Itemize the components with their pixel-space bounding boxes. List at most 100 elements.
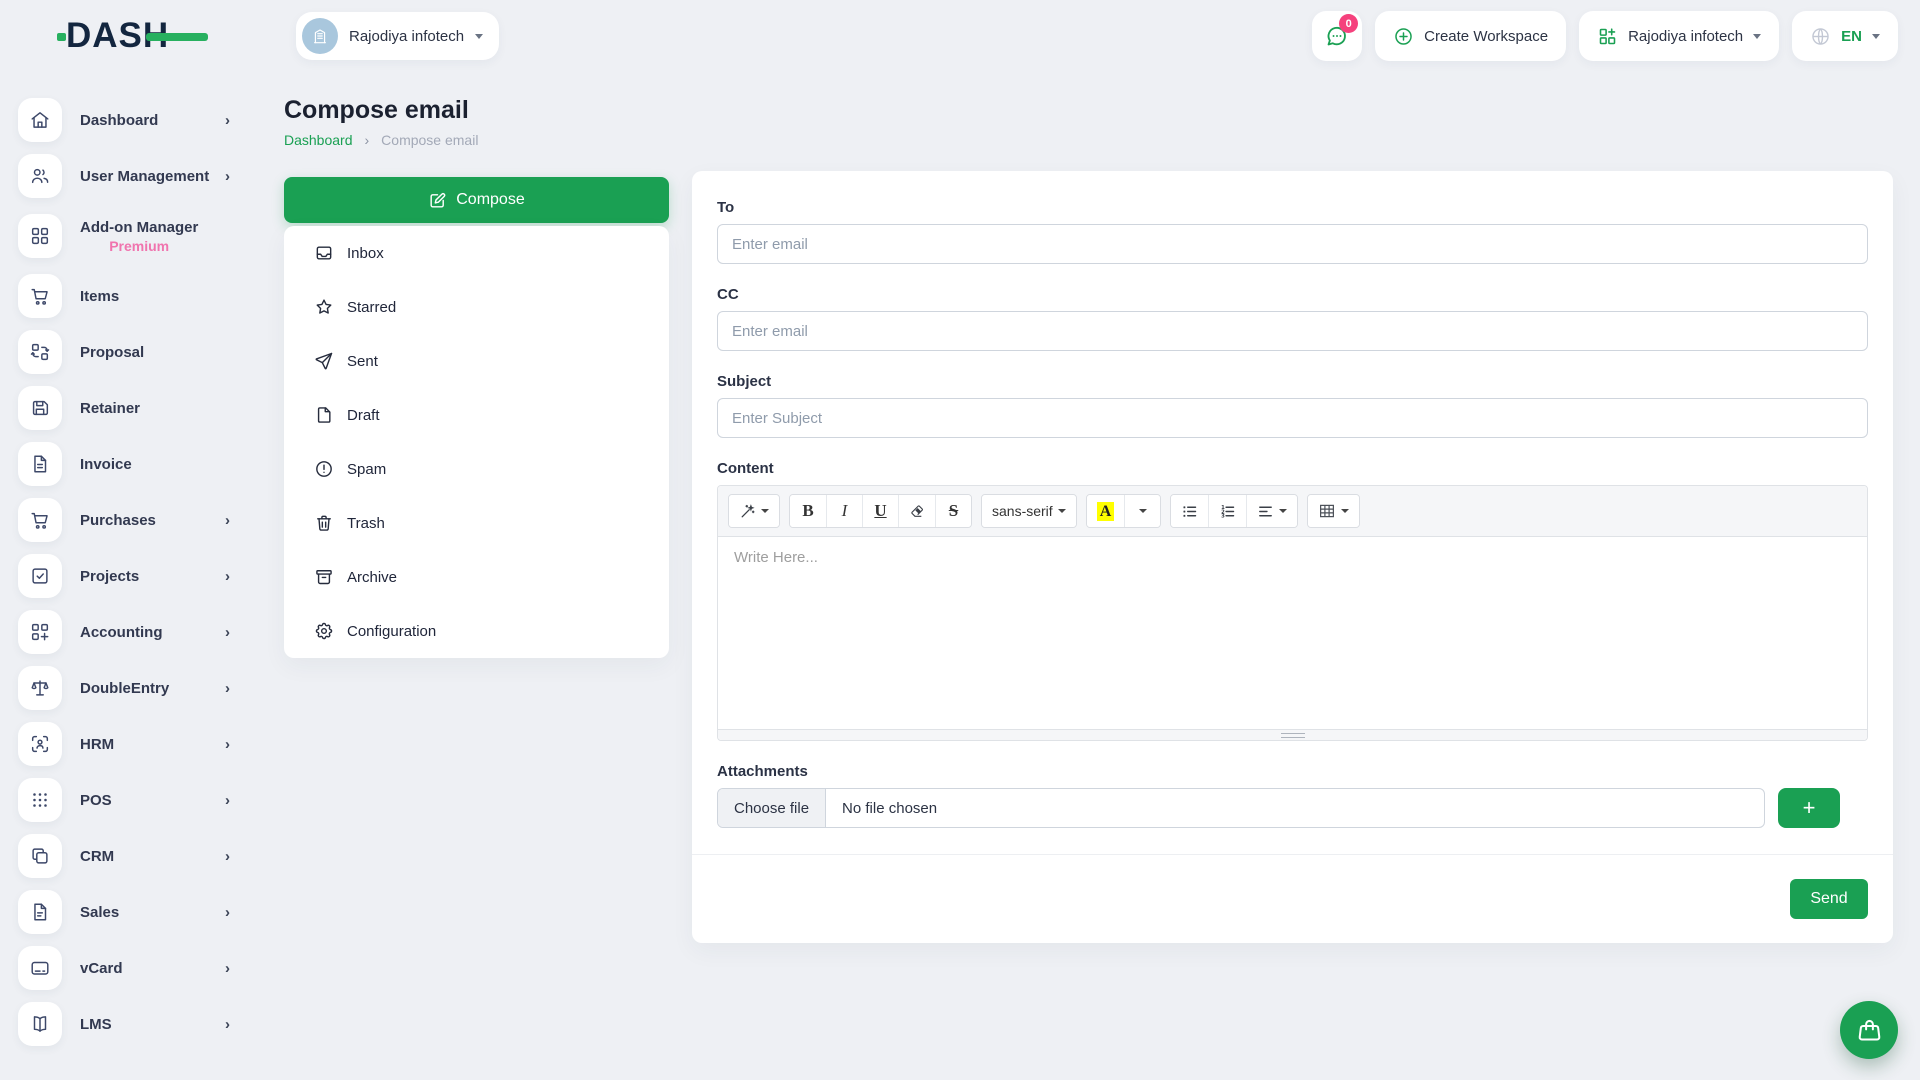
create-workspace-label: Create Workspace xyxy=(1424,28,1548,45)
messages-count-badge: 0 xyxy=(1339,14,1358,33)
sidebar-item-items[interactable]: Items xyxy=(0,268,258,324)
cart-icon xyxy=(18,274,62,318)
chevron-down-icon xyxy=(475,34,483,39)
premium-badge: Premium xyxy=(109,238,169,254)
folder-inbox[interactable]: Inbox xyxy=(284,226,669,280)
bold-button[interactable]: B xyxy=(790,495,826,527)
inbox-icon xyxy=(314,243,334,263)
sidebar-item-retainer[interactable]: Retainer xyxy=(0,380,258,436)
home-icon xyxy=(18,98,62,142)
folder-archive[interactable]: Archive xyxy=(284,550,669,604)
list-ul-icon xyxy=(1181,503,1198,520)
spam-icon xyxy=(314,459,334,479)
font-family-dropdown[interactable]: sans-serif xyxy=(982,495,1076,527)
language-selector[interactable]: EN xyxy=(1792,11,1898,61)
paragraph-align-dropdown[interactable] xyxy=(1246,495,1297,527)
breadcrumb-dashboard-link[interactable]: Dashboard xyxy=(284,132,353,148)
save-icon xyxy=(18,386,62,430)
rich-text-editor: B I U S sans-serif xyxy=(717,485,1868,741)
sidebar-item-pos[interactable]: POS › xyxy=(0,772,258,828)
file-invoice-icon xyxy=(18,442,62,486)
text-color-dropdown[interactable] xyxy=(1124,495,1160,527)
content-label: Content xyxy=(717,460,1868,477)
shopping-bag-icon xyxy=(1856,1017,1883,1044)
eraser-icon xyxy=(909,503,925,519)
breadcrumb-current: Compose email xyxy=(381,132,478,148)
style-dropdown-button[interactable] xyxy=(729,495,779,527)
unordered-list-button[interactable] xyxy=(1171,495,1208,527)
add-attachment-button[interactable]: + xyxy=(1778,788,1840,828)
to-input[interactable] xyxy=(717,224,1868,264)
chevron-right-icon: › xyxy=(225,568,230,585)
folder-draft[interactable]: Draft xyxy=(284,388,669,442)
sidebar-item-addon-manager[interactable]: Add-on Manager Premium xyxy=(0,204,258,268)
book-icon xyxy=(18,1002,62,1046)
plus-circle-icon xyxy=(1393,26,1414,47)
folder-spam[interactable]: Spam xyxy=(284,442,669,496)
sidebar-item-purchases[interactable]: Purchases › xyxy=(0,492,258,548)
chevron-right-icon: › xyxy=(225,792,230,809)
ordered-list-button[interactable]: 123 xyxy=(1208,495,1246,527)
sidebar-item-doubleentry[interactable]: DoubleEntry › xyxy=(0,660,258,716)
workspace-selector[interactable]: Rajodiya infotech xyxy=(296,12,499,60)
sidebar-item-lms[interactable]: LMS › xyxy=(0,996,258,1052)
folder-trash[interactable]: Trash xyxy=(284,496,669,550)
folder-sent[interactable]: Sent xyxy=(284,334,669,388)
italic-button[interactable]: I xyxy=(826,495,862,527)
brand-logo[interactable]: DASH xyxy=(66,15,196,57)
underline-button[interactable]: U xyxy=(862,495,898,527)
breadcrumb: Dashboard › Compose email xyxy=(284,132,478,148)
compose-button[interactable]: Compose xyxy=(284,177,669,223)
attachments-label: Attachments xyxy=(717,763,1868,780)
sidebar-item-hrm[interactable]: HRM › xyxy=(0,716,258,772)
table-icon xyxy=(1318,502,1336,520)
text-color-button[interactable]: A xyxy=(1087,495,1125,527)
sidebar-item-vcard[interactable]: vCard › xyxy=(0,940,258,996)
chevron-right-icon: › xyxy=(225,960,230,977)
folder-starred[interactable]: Starred xyxy=(284,280,669,334)
sidebar-item-sales[interactable]: Sales › xyxy=(0,884,258,940)
globe-icon xyxy=(1810,26,1831,47)
company-selector[interactable]: Rajodiya infotech xyxy=(1579,11,1779,61)
top-header: DASH Rajodiya infotech xyxy=(0,0,1920,72)
to-label: To xyxy=(717,199,1868,216)
sidebar-item-projects[interactable]: Projects › xyxy=(0,548,258,604)
sidebar-item-dashboard[interactable]: Dashboard › xyxy=(0,92,258,148)
subject-input[interactable] xyxy=(717,398,1868,438)
sidebar-item-proposal[interactable]: Proposal xyxy=(0,324,258,380)
folder-configuration[interactable]: Configuration xyxy=(284,604,669,658)
sidebar-item-crm[interactable]: CRM › xyxy=(0,828,258,884)
list-ol-icon: 123 xyxy=(1219,503,1236,520)
sidebar-item-accounting[interactable]: Accounting › xyxy=(0,604,258,660)
file-icon xyxy=(18,890,62,934)
send-icon xyxy=(314,351,334,371)
chevron-right-icon: › xyxy=(225,904,230,921)
grid-plus-icon xyxy=(18,610,62,654)
cc-input[interactable] xyxy=(717,311,1868,351)
insert-table-dropdown[interactable] xyxy=(1308,495,1359,527)
clear-formatting-button[interactable] xyxy=(898,495,935,527)
store-fab-button[interactable] xyxy=(1840,1001,1898,1059)
choose-file-button[interactable]: Choose file xyxy=(718,789,826,827)
svg-text:3: 3 xyxy=(1221,513,1225,519)
chevron-right-icon: › xyxy=(225,168,230,185)
star-icon xyxy=(314,297,334,317)
sidebar-item-invoice[interactable]: Invoice xyxy=(0,436,258,492)
header-actions: 0 Create Workspace xyxy=(1312,11,1898,61)
editor-resize-bar[interactable] xyxy=(718,729,1867,740)
sidebar-item-user-management[interactable]: User Management › xyxy=(0,148,258,204)
editor-content-area[interactable]: Write Here... xyxy=(718,537,1867,729)
send-button[interactable]: Send xyxy=(1790,879,1868,919)
cc-label: CC xyxy=(717,286,1868,303)
messages-button[interactable]: 0 xyxy=(1312,11,1362,61)
create-workspace-button[interactable]: Create Workspace xyxy=(1375,11,1566,61)
strikethrough-button[interactable]: S xyxy=(935,495,971,527)
logo-accent-bar xyxy=(146,33,208,41)
language-code: EN xyxy=(1841,28,1862,45)
cart-icon xyxy=(18,498,62,542)
attachment-file-input[interactable]: Choose file No file chosen xyxy=(717,788,1765,828)
company-name: Rajodiya infotech xyxy=(1628,28,1743,45)
editor-toolbar: B I U S sans-serif xyxy=(718,486,1867,537)
app-screen: DASH Rajodiya infotech xyxy=(0,0,1920,1080)
copy-icon xyxy=(18,834,62,878)
